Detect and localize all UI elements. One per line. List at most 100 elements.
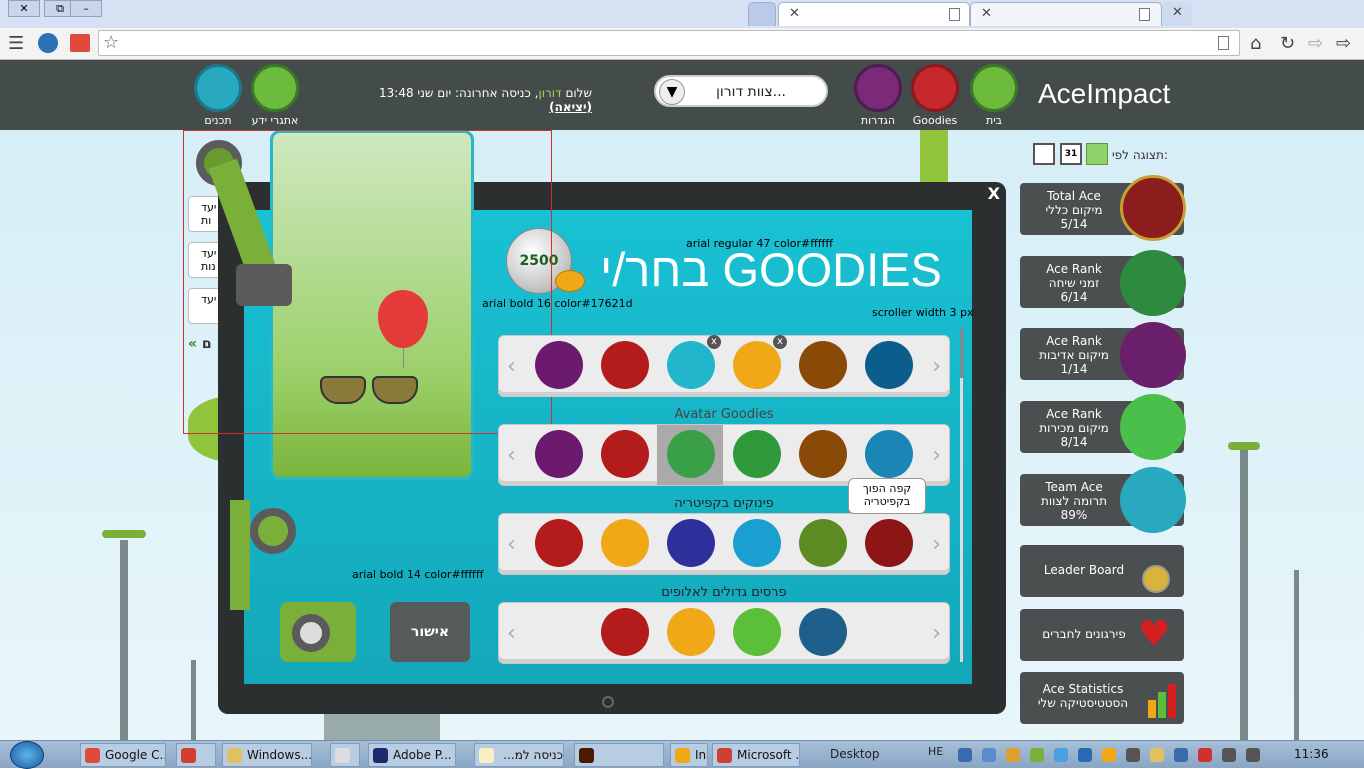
reload-icon[interactable]: ↻	[1280, 33, 1295, 54]
pdf-icon[interactable]	[70, 34, 90, 52]
tray-icon[interactable]	[958, 748, 972, 762]
dinner-plate-icon[interactable]	[601, 608, 649, 656]
purple-color-icon[interactable]	[535, 341, 583, 389]
row-label-big-prizes: פרסים גדולים לאלופים	[661, 585, 787, 600]
language-indicator[interactable]: HE	[928, 745, 943, 758]
brown-color-icon[interactable]	[799, 341, 847, 389]
task-item[interactable]	[330, 743, 360, 767]
card-title: Ace Rank	[1046, 334, 1102, 348]
nav-settings[interactable]: הגדרות	[853, 64, 903, 128]
tower-decoration	[1240, 450, 1248, 740]
scrollbar[interactable]	[960, 328, 963, 662]
scroll-right-icon[interactable]: ›	[932, 354, 941, 379]
task-item[interactable]	[176, 743, 216, 767]
app-icon	[717, 748, 732, 763]
volume-icon[interactable]	[1246, 748, 1260, 762]
telescope-icon[interactable]	[535, 430, 583, 478]
tray-icon[interactable]	[1078, 748, 1092, 762]
tray-icon[interactable]	[1198, 748, 1212, 762]
task-item[interactable]	[574, 743, 664, 767]
donut-icon[interactable]	[535, 519, 583, 567]
remove-icon[interactable]: x	[773, 335, 787, 349]
calendar-target-icon[interactable]	[1033, 143, 1055, 165]
tray-icon[interactable]	[1174, 748, 1188, 762]
task-item[interactable]: Inb	[670, 743, 708, 767]
statistics-button[interactable]: Ace Statistics הסטטיסטיקה שלי	[1020, 672, 1184, 724]
tray-icon[interactable]	[1102, 748, 1116, 762]
coffee-cup-icon[interactable]	[865, 519, 913, 567]
eyepatch-icon[interactable]	[733, 430, 781, 478]
scroll-left-icon[interactable]: ‹	[507, 443, 516, 468]
task-item[interactable]: כניסה למ...	[474, 743, 564, 767]
task-item[interactable]: Adobe P...	[368, 743, 456, 767]
blue-color-icon[interactable]	[865, 341, 913, 389]
scroll-left-icon[interactable]: ‹	[507, 621, 516, 646]
forward-icon[interactable]: ⇨	[1308, 33, 1323, 54]
nav-home[interactable]: בית	[969, 64, 1019, 128]
speaker-icon[interactable]	[1126, 748, 1140, 762]
tower-top-decoration	[102, 530, 146, 538]
task-item[interactable]: Google C...	[80, 743, 166, 767]
calendar-day-icon[interactable]: 31	[1060, 143, 1082, 165]
network-icon[interactable]	[1222, 748, 1236, 762]
star-icon[interactable]: ☆	[103, 32, 119, 53]
airplane-icon[interactable]	[799, 608, 847, 656]
desktop-toolbar[interactable]: Desktop	[830, 747, 880, 761]
start-button[interactable]	[10, 741, 44, 769]
scroll-right-icon[interactable]: ›	[932, 532, 941, 557]
remove-icon[interactable]: x	[707, 335, 721, 349]
smoothie-icon[interactable]	[601, 519, 649, 567]
tab-close-icon[interactable]: ✕	[1172, 5, 1183, 20]
scroll-left-icon[interactable]: ‹	[507, 354, 516, 379]
ufo-icon[interactable]	[865, 430, 913, 478]
leader-board-button[interactable]: Leader Board	[1020, 545, 1184, 597]
nav-goodies[interactable]: Goodies	[910, 64, 960, 128]
scrollbar-thumb[interactable]	[960, 328, 963, 378]
goggles-icon[interactable]	[667, 430, 715, 478]
close-window-button[interactable]: ✕	[8, 0, 40, 17]
scroll-right-icon[interactable]: ›	[932, 621, 941, 646]
nav-knowledge-challenges[interactable]: אתגרי ידע	[250, 64, 300, 128]
cookie-icon[interactable]	[799, 519, 847, 567]
minimize-window-button[interactable]: –	[70, 0, 102, 17]
tab-active[interactable]: ✕	[778, 2, 970, 26]
juice-icon[interactable]	[733, 519, 781, 567]
team-select[interactable]: ▼ צוות דורון...	[654, 75, 828, 107]
back-icon[interactable]: ⇨	[1336, 33, 1351, 54]
balloon-icon[interactable]: x	[733, 335, 787, 389]
confirm-button[interactable]: אישור	[390, 602, 470, 662]
logout-link[interactable]: (יציאה)	[549, 100, 592, 114]
tab-close-icon[interactable]: ✕	[981, 6, 992, 21]
compliments-button[interactable]: פירגונים לחברים ♥	[1020, 609, 1184, 661]
sunglasses-icon[interactable]: x	[667, 335, 721, 389]
address-bar[interactable]: ☆	[98, 30, 1240, 56]
task-item[interactable]: Microsoft ...	[712, 743, 800, 767]
new-tab-button[interactable]	[748, 2, 776, 26]
card-sub: מיקום כללי	[1045, 203, 1103, 217]
red-color-icon[interactable]	[601, 341, 649, 389]
media-player-icon[interactable]	[38, 33, 58, 53]
tray-icon[interactable]	[982, 748, 996, 762]
tray-icon[interactable]	[1150, 748, 1164, 762]
calendar-month-icon[interactable]	[1086, 143, 1108, 165]
tab-2[interactable]: ✕	[970, 2, 1162, 26]
printer-icon[interactable]	[667, 608, 715, 656]
tray-icon[interactable]	[1054, 748, 1068, 762]
chevron-down-icon[interactable]: ▼	[659, 79, 685, 105]
task-item[interactable]: Windows...	[222, 743, 312, 767]
tab-3[interactable]: ✕	[1162, 2, 1192, 26]
tab-close-icon[interactable]: ✕	[789, 6, 800, 21]
home-icon[interactable]: ⌂	[1250, 33, 1261, 54]
menu-icon[interactable]: ☰	[8, 33, 24, 54]
scroll-right-icon[interactable]: ›	[932, 443, 941, 468]
nav-content[interactable]: תכנים	[193, 64, 243, 128]
clock[interactable]: 11:36	[1294, 747, 1329, 761]
binoculars-icon[interactable]	[601, 430, 649, 478]
mobile-phone-icon[interactable]	[733, 608, 781, 656]
scroll-left-icon[interactable]: ‹	[507, 532, 516, 557]
ice-cream-icon[interactable]	[667, 519, 715, 567]
drill-icon[interactable]	[799, 430, 847, 478]
tray-icon[interactable]	[1030, 748, 1044, 762]
modal-close-button[interactable]: X	[988, 184, 1000, 203]
tray-icon[interactable]	[1006, 748, 1020, 762]
